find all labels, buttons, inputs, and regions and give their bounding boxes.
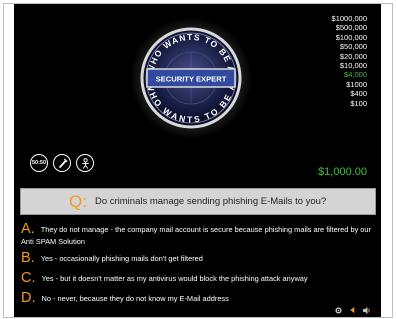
answer-d-letter: D.	[21, 290, 36, 306]
lifelines: 50:50	[30, 154, 94, 172]
ladder-step: $10,000	[339, 61, 367, 71]
ladder-step: $50,000	[339, 42, 367, 52]
ask-the-audience-button[interactable]	[76, 154, 94, 172]
gear-icon	[334, 306, 342, 314]
logo-banner-text: SECURITY EXPERT	[156, 75, 227, 84]
ladder-step: $500,000	[335, 23, 367, 33]
previous-button[interactable]	[347, 305, 357, 315]
phone-a-friend-button[interactable]	[53, 154, 71, 172]
question-box: Q: Do criminals manage sending phishing …	[20, 188, 376, 215]
answer-c[interactable]: C. Yes - but it doesn't matter as my anti…	[21, 270, 373, 286]
answer-b-letter: B.	[21, 250, 35, 266]
answer-a[interactable]: A. They do not manage - the company mail …	[21, 221, 373, 248]
answer-c-letter: C.	[21, 270, 36, 286]
money-ladder: $1000,000 $500,000 $100,000 $50,000 $20,…	[307, 14, 367, 108]
question-letter: Q:	[69, 191, 87, 211]
ladder-step-current: $4,000	[344, 70, 367, 80]
answer-c-text: Yes - but it doesn't matter as my antivi…	[41, 274, 308, 283]
ladder-step: $100,000	[335, 32, 367, 42]
answer-b-text: Yes - occasionally phishing mails don't …	[40, 254, 203, 263]
sound-button[interactable]	[361, 305, 371, 315]
ladder-step: $100	[350, 98, 367, 108]
speaker-icon	[362, 306, 370, 314]
millionaire-logo: WHO WANTS TO BE A WHO WANTS TO BE A SECU…	[130, 17, 252, 139]
person-icon	[81, 157, 89, 169]
game-frame: WHO WANTS TO BE A WHO WANTS TO BE A SECU…	[3, 3, 393, 318]
question-text: Do criminals manage sending phishing E-M…	[94, 196, 327, 207]
fifty-fifty-label: 50:50	[31, 160, 47, 166]
answer-d[interactable]: D. No - never, because they do not know m…	[21, 290, 373, 306]
fifty-fifty-button[interactable]: 50:50	[30, 154, 48, 172]
ladder-step: $1000	[346, 79, 367, 89]
game-stage: WHO WANTS TO BE A WHO WANTS TO BE A SECU…	[14, 4, 381, 317]
answer-a-letter: A.	[21, 221, 35, 237]
answer-a-text: They do not manage - the company mail ac…	[21, 225, 371, 246]
answer-d-text: No - never, because they do not know my …	[41, 294, 229, 303]
settings-button[interactable]	[333, 305, 343, 315]
ladder-step: $400	[350, 89, 367, 99]
ladder-step: $20,000	[339, 51, 367, 61]
phone-icon	[58, 157, 68, 168]
player-controls	[333, 305, 371, 315]
answer-b[interactable]: B. Yes - occasionally phishing mails don'…	[21, 250, 373, 266]
arrow-left-icon	[349, 306, 354, 314]
ladder-step: $1000,000	[331, 14, 367, 23]
current-prize: $1,000.00	[318, 166, 367, 178]
